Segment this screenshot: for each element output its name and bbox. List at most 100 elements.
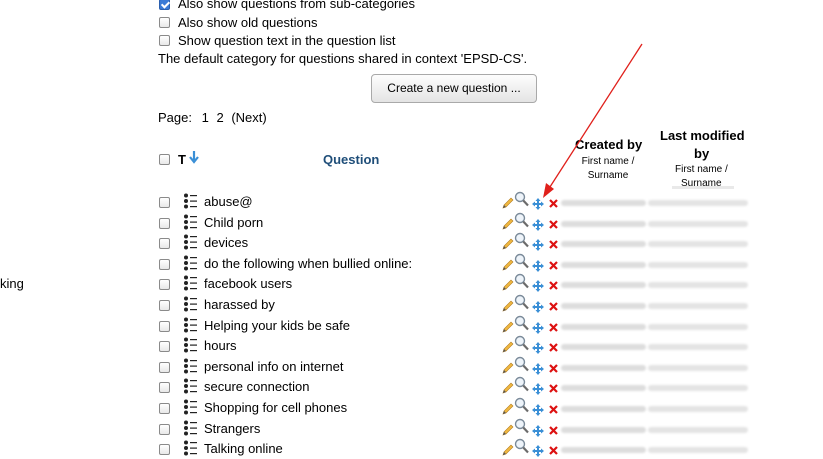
preview-magnifier-icon[interactable] <box>514 418 529 434</box>
table-row: abuse@ <box>0 191 823 212</box>
delete-x-icon[interactable] <box>549 281 558 291</box>
row-checkbox[interactable] <box>159 423 170 435</box>
move-arrows-icon[interactable] <box>532 321 544 334</box>
preview-magnifier-icon[interactable] <box>514 212 529 228</box>
created-by-redacted <box>561 323 646 330</box>
modified-by-redacted <box>648 303 748 309</box>
modified-by-redacted <box>648 323 748 330</box>
created-by-redacted <box>561 241 646 248</box>
move-arrows-icon[interactable] <box>532 301 544 313</box>
edit-pencil-icon[interactable] <box>502 362 514 374</box>
type-header[interactable]: T <box>178 152 186 167</box>
edit-pencil-icon[interactable] <box>502 424 514 436</box>
delete-x-icon[interactable] <box>549 261 558 270</box>
preview-magnifier-icon[interactable] <box>514 315 529 331</box>
question-name: Strangers <box>204 420 261 436</box>
page-2-link[interactable]: 2 <box>216 110 223 125</box>
row-checkbox[interactable] <box>159 341 170 353</box>
question-header[interactable]: Question <box>323 152 379 167</box>
move-arrows-icon[interactable] <box>532 259 544 272</box>
multichoice-type-icon <box>184 420 197 436</box>
delete-x-icon[interactable] <box>549 302 558 311</box>
delete-x-icon[interactable] <box>549 322 558 332</box>
preview-magnifier-icon[interactable] <box>514 397 529 413</box>
move-arrows-icon[interactable] <box>532 218 544 231</box>
preview-magnifier-icon[interactable] <box>514 253 529 269</box>
move-arrows-icon[interactable] <box>532 424 544 437</box>
page-1-link[interactable]: 1 <box>202 110 209 125</box>
create-question-button[interactable]: Create a new question ... <box>371 74 537 103</box>
delete-x-icon[interactable] <box>549 343 558 352</box>
edit-pencil-icon[interactable] <box>502 279 514 291</box>
edit-pencil-icon[interactable] <box>502 341 514 353</box>
row-checkbox[interactable] <box>159 300 170 311</box>
modified-by-redacted <box>648 385 748 392</box>
preview-magnifier-icon[interactable] <box>514 376 529 392</box>
edit-pencil-icon[interactable] <box>502 382 514 394</box>
edit-pencil-icon[interactable] <box>502 218 514 230</box>
edit-pencil-icon[interactable] <box>502 300 514 312</box>
delete-x-icon[interactable] <box>549 446 558 455</box>
question-text-checkbox[interactable] <box>159 35 170 46</box>
preview-magnifier-icon[interactable] <box>514 438 529 454</box>
last-modified-sub-1[interactable]: First name / <box>675 164 728 175</box>
modified-by-redacted <box>648 406 748 412</box>
move-arrows-icon[interactable] <box>532 362 544 375</box>
preview-magnifier-icon[interactable] <box>514 232 529 248</box>
row-checkbox[interactable] <box>159 279 170 291</box>
edit-pencil-icon[interactable] <box>502 321 514 333</box>
multichoice-type-icon <box>184 214 197 230</box>
delete-x-icon[interactable] <box>549 425 558 435</box>
row-actions <box>502 377 562 397</box>
row-checkbox[interactable] <box>159 258 170 270</box>
modified-by-redacted <box>648 200 748 206</box>
next-page-link[interactable]: (Next) <box>231 110 266 125</box>
row-checkbox[interactable] <box>159 320 170 332</box>
edit-pencil-icon[interactable] <box>502 259 514 271</box>
preview-magnifier-icon[interactable] <box>514 356 529 372</box>
edit-pencil-icon[interactable] <box>502 238 514 250</box>
delete-x-icon[interactable] <box>549 405 558 414</box>
last-modified-header[interactable]: Last modified <box>660 128 745 143</box>
row-checkbox[interactable] <box>159 217 170 229</box>
preview-magnifier-icon[interactable] <box>514 273 529 289</box>
row-checkbox[interactable] <box>159 403 170 414</box>
delete-x-icon[interactable] <box>549 384 558 394</box>
row-actions <box>502 335 562 356</box>
multichoice-type-icon <box>184 358 197 374</box>
default-category-text: The default category for questions share… <box>158 51 528 66</box>
question-name: abuse@ <box>204 194 253 209</box>
row-checkbox[interactable] <box>159 197 170 208</box>
move-arrows-icon[interactable] <box>532 239 544 252</box>
row-actions <box>502 418 562 439</box>
sort-down-arrow-icon[interactable] <box>188 151 200 164</box>
annotation-arrow <box>543 43 643 198</box>
row-checkbox[interactable] <box>159 361 170 373</box>
delete-x-icon[interactable] <box>549 364 558 373</box>
select-all-checkbox[interactable] <box>159 154 170 165</box>
move-arrows-icon[interactable] <box>532 198 544 210</box>
edit-pencil-icon[interactable] <box>502 403 514 415</box>
question-name: facebook users <box>204 276 293 292</box>
delete-x-icon[interactable] <box>549 240 558 249</box>
preview-magnifier-icon[interactable] <box>514 294 529 310</box>
delete-x-icon[interactable] <box>549 219 558 229</box>
row-checkbox[interactable] <box>159 238 170 250</box>
edit-pencil-icon[interactable] <box>502 197 514 209</box>
table-row: harassed by <box>0 294 823 315</box>
sub-categories-checkbox[interactable] <box>159 0 170 10</box>
delete-x-icon[interactable] <box>549 199 558 208</box>
move-arrows-icon[interactable] <box>532 445 544 458</box>
row-checkbox[interactable] <box>159 382 170 394</box>
move-arrows-icon[interactable] <box>532 383 544 396</box>
row-actions <box>502 212 562 233</box>
move-arrows-icon[interactable] <box>532 280 544 293</box>
multichoice-type-icon <box>184 296 197 312</box>
table-row: Shopping for cell phones <box>0 397 823 418</box>
move-arrows-icon[interactable] <box>532 404 544 416</box>
modified-by-redacted <box>648 282 748 289</box>
preview-magnifier-icon[interactable] <box>514 335 529 351</box>
move-arrows-icon[interactable] <box>532 342 544 355</box>
preview-magnifier-icon[interactable] <box>514 191 529 207</box>
old-questions-checkbox[interactable] <box>159 17 170 28</box>
